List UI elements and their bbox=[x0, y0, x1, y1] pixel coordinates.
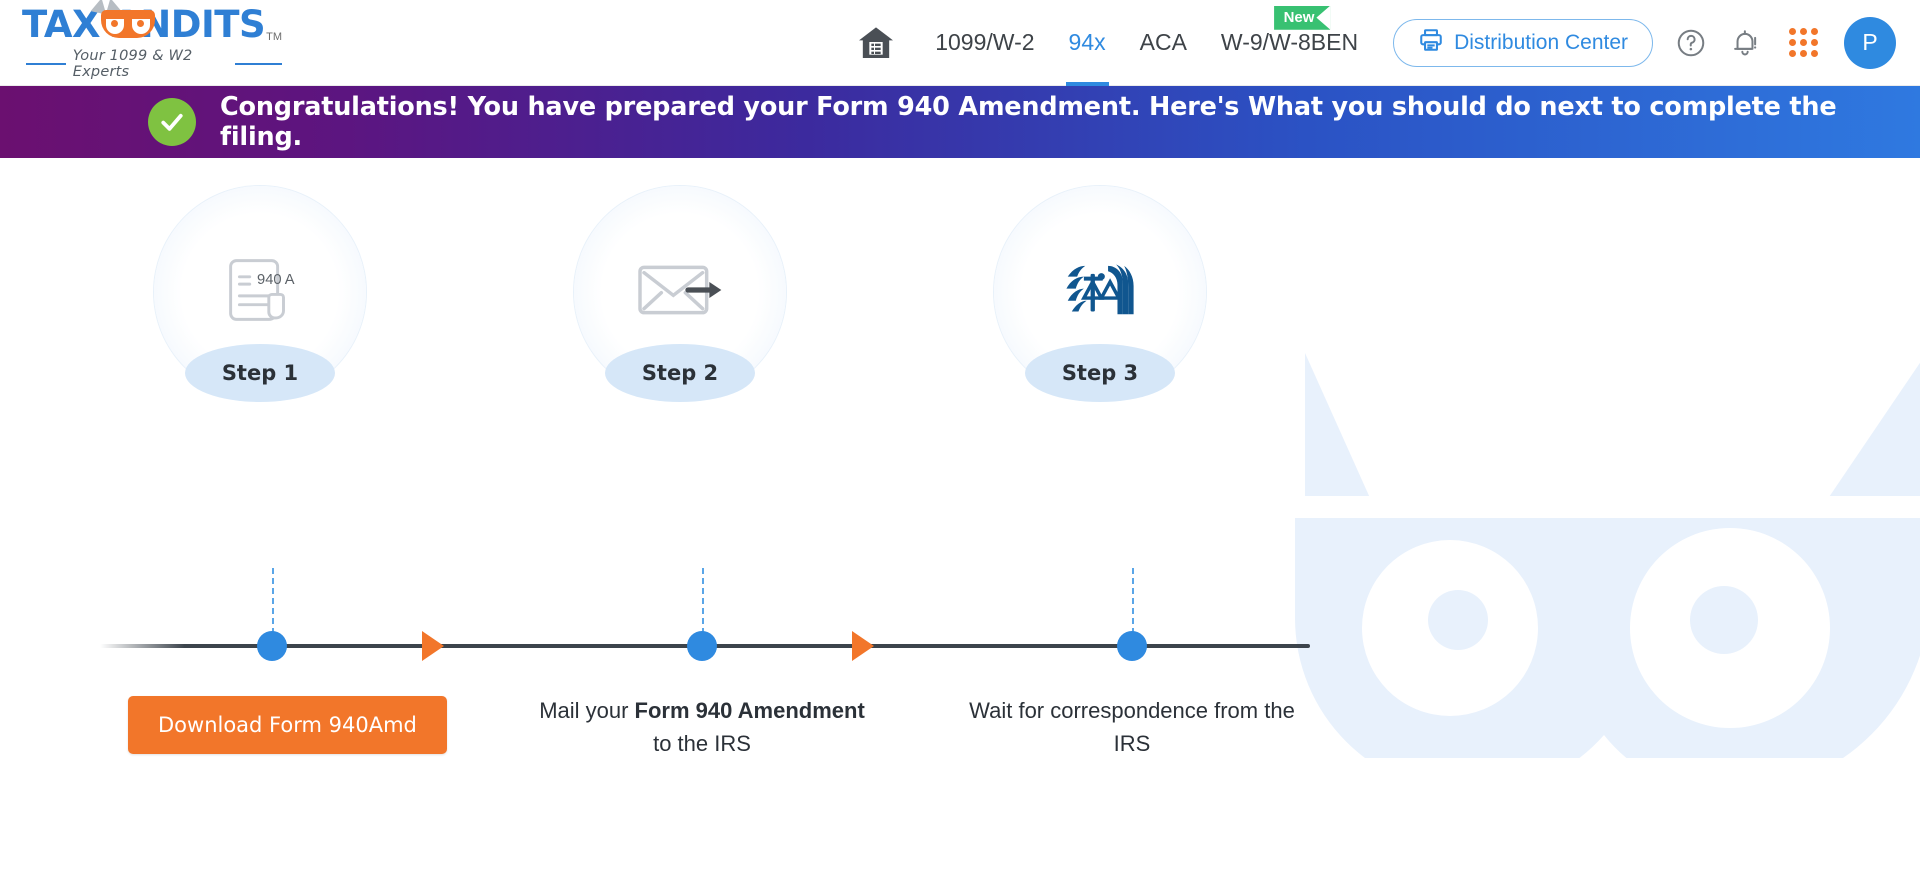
step-3-action: Wait for correspondence from the IRS bbox=[932, 694, 1332, 760]
step-2-text-bold: Form 940 Amendment bbox=[634, 698, 865, 723]
step-3-column: Step 3 bbox=[890, 186, 1310, 402]
step-3-circle: Step 3 bbox=[994, 186, 1206, 402]
nav-item-1099-w2[interactable]: 1099/W-2 bbox=[918, 0, 1051, 86]
success-banner: Congratulations! You have prepared your … bbox=[0, 86, 1920, 158]
help-circle-icon[interactable] bbox=[1675, 27, 1707, 59]
timeline-arrow-1 bbox=[422, 631, 444, 661]
step-pill-label: Step 3 bbox=[1061, 361, 1139, 385]
step-1-action: Download Form 940Amd bbox=[128, 696, 447, 754]
envelope-arrow-icon bbox=[632, 255, 728, 330]
banner-message: Congratulations! You have prepared your … bbox=[220, 92, 1837, 152]
home-icon[interactable] bbox=[856, 23, 896, 63]
step-3-marker bbox=[1117, 631, 1147, 661]
trademark-symbol: TM bbox=[266, 30, 282, 43]
step-3-pill: Step 3 bbox=[1025, 344, 1175, 402]
step-2-circle: Step 2 bbox=[574, 186, 786, 402]
nav-item-aca[interactable]: ACA bbox=[1123, 0, 1204, 86]
svg-text:940 A: 940 A bbox=[257, 272, 295, 288]
nav-item-label: W-9/W-8BEN bbox=[1220, 29, 1359, 55]
printer-icon bbox=[1418, 27, 1444, 59]
step-circles-row: 940 A Step 1 Step 2 Step 3 bbox=[50, 186, 1310, 402]
step-2-connector-dash bbox=[702, 568, 704, 634]
tagline-rule-right bbox=[235, 62, 282, 65]
step-2-text-part2: to the IRS bbox=[653, 731, 751, 756]
nav-item-label: 1099/W-2 bbox=[935, 29, 1035, 55]
main-content: 940 A Step 1 Step 2 Step 3 Download Form… bbox=[0, 158, 1920, 816]
bell-alert-icon[interactable] bbox=[1729, 27, 1761, 59]
step-2-column: Step 2 bbox=[470, 186, 890, 402]
apps-grid-icon[interactable] bbox=[1789, 28, 1818, 57]
step-2-pill: Step 2 bbox=[605, 344, 755, 402]
tagline-rule-left bbox=[26, 62, 66, 65]
owl-mascot-icon bbox=[90, 0, 156, 41]
document-940a-icon: 940 A bbox=[213, 243, 307, 342]
app-header: TAX ANDITS TM Your 1099 & W2 Experts 109… bbox=[0, 0, 1920, 86]
nav-item-94x[interactable]: 94x bbox=[1052, 0, 1123, 86]
user-avatar[interactable]: P bbox=[1844, 16, 1896, 69]
new-badge: New bbox=[1273, 5, 1331, 30]
timeline-arrow-2 bbox=[852, 631, 874, 661]
step-1-circle: 940 A Step 1 bbox=[154, 186, 366, 402]
download-form-940amd-button[interactable]: Download Form 940Amd bbox=[128, 696, 447, 754]
step-2-text-part1: Mail your bbox=[539, 698, 635, 723]
main-navigation: 1099/W-2 94x ACA New W-9/W-8BEN Distribu… bbox=[856, 0, 1920, 86]
steps-timeline: 940 A Step 1 Step 2 Step 3 Download Form… bbox=[50, 158, 1310, 756]
owl-watermark-decoration bbox=[1290, 353, 1920, 758]
nav-item-label: ACA bbox=[1139, 29, 1187, 55]
step-2-marker bbox=[687, 631, 717, 661]
brand-name-part1: TAX bbox=[22, 2, 101, 46]
distribution-center-label: Distribution Center bbox=[1454, 30, 1628, 54]
check-circle-icon bbox=[148, 98, 196, 146]
irs-logo-icon bbox=[1057, 247, 1143, 338]
step-pill-label: Step 2 bbox=[641, 361, 719, 385]
step-3-text: Wait for correspondence from the IRS bbox=[969, 698, 1295, 756]
step-1-marker bbox=[257, 631, 287, 661]
step-1-pill: Step 1 bbox=[185, 344, 335, 402]
nav-item-label: 94x bbox=[1068, 29, 1106, 55]
nav-item-w9-w8ben[interactable]: New W-9/W-8BEN bbox=[1204, 0, 1375, 86]
step-1-column: 940 A Step 1 bbox=[50, 186, 470, 402]
brand-logo[interactable]: TAX ANDITS TM Your 1099 & W2 Experts bbox=[22, 0, 282, 80]
brand-tagline: Your 1099 & W2 Experts bbox=[72, 47, 193, 80]
avatar-initial: P bbox=[1862, 29, 1878, 55]
step-3-connector-dash bbox=[1132, 568, 1134, 634]
step-2-action: Mail your Form 940 Amendment to the IRS bbox=[502, 694, 902, 760]
distribution-center-button[interactable]: Distribution Center bbox=[1393, 18, 1653, 67]
step-1-connector-dash bbox=[272, 568, 274, 634]
step-pill-label: Step 1 bbox=[221, 361, 299, 385]
